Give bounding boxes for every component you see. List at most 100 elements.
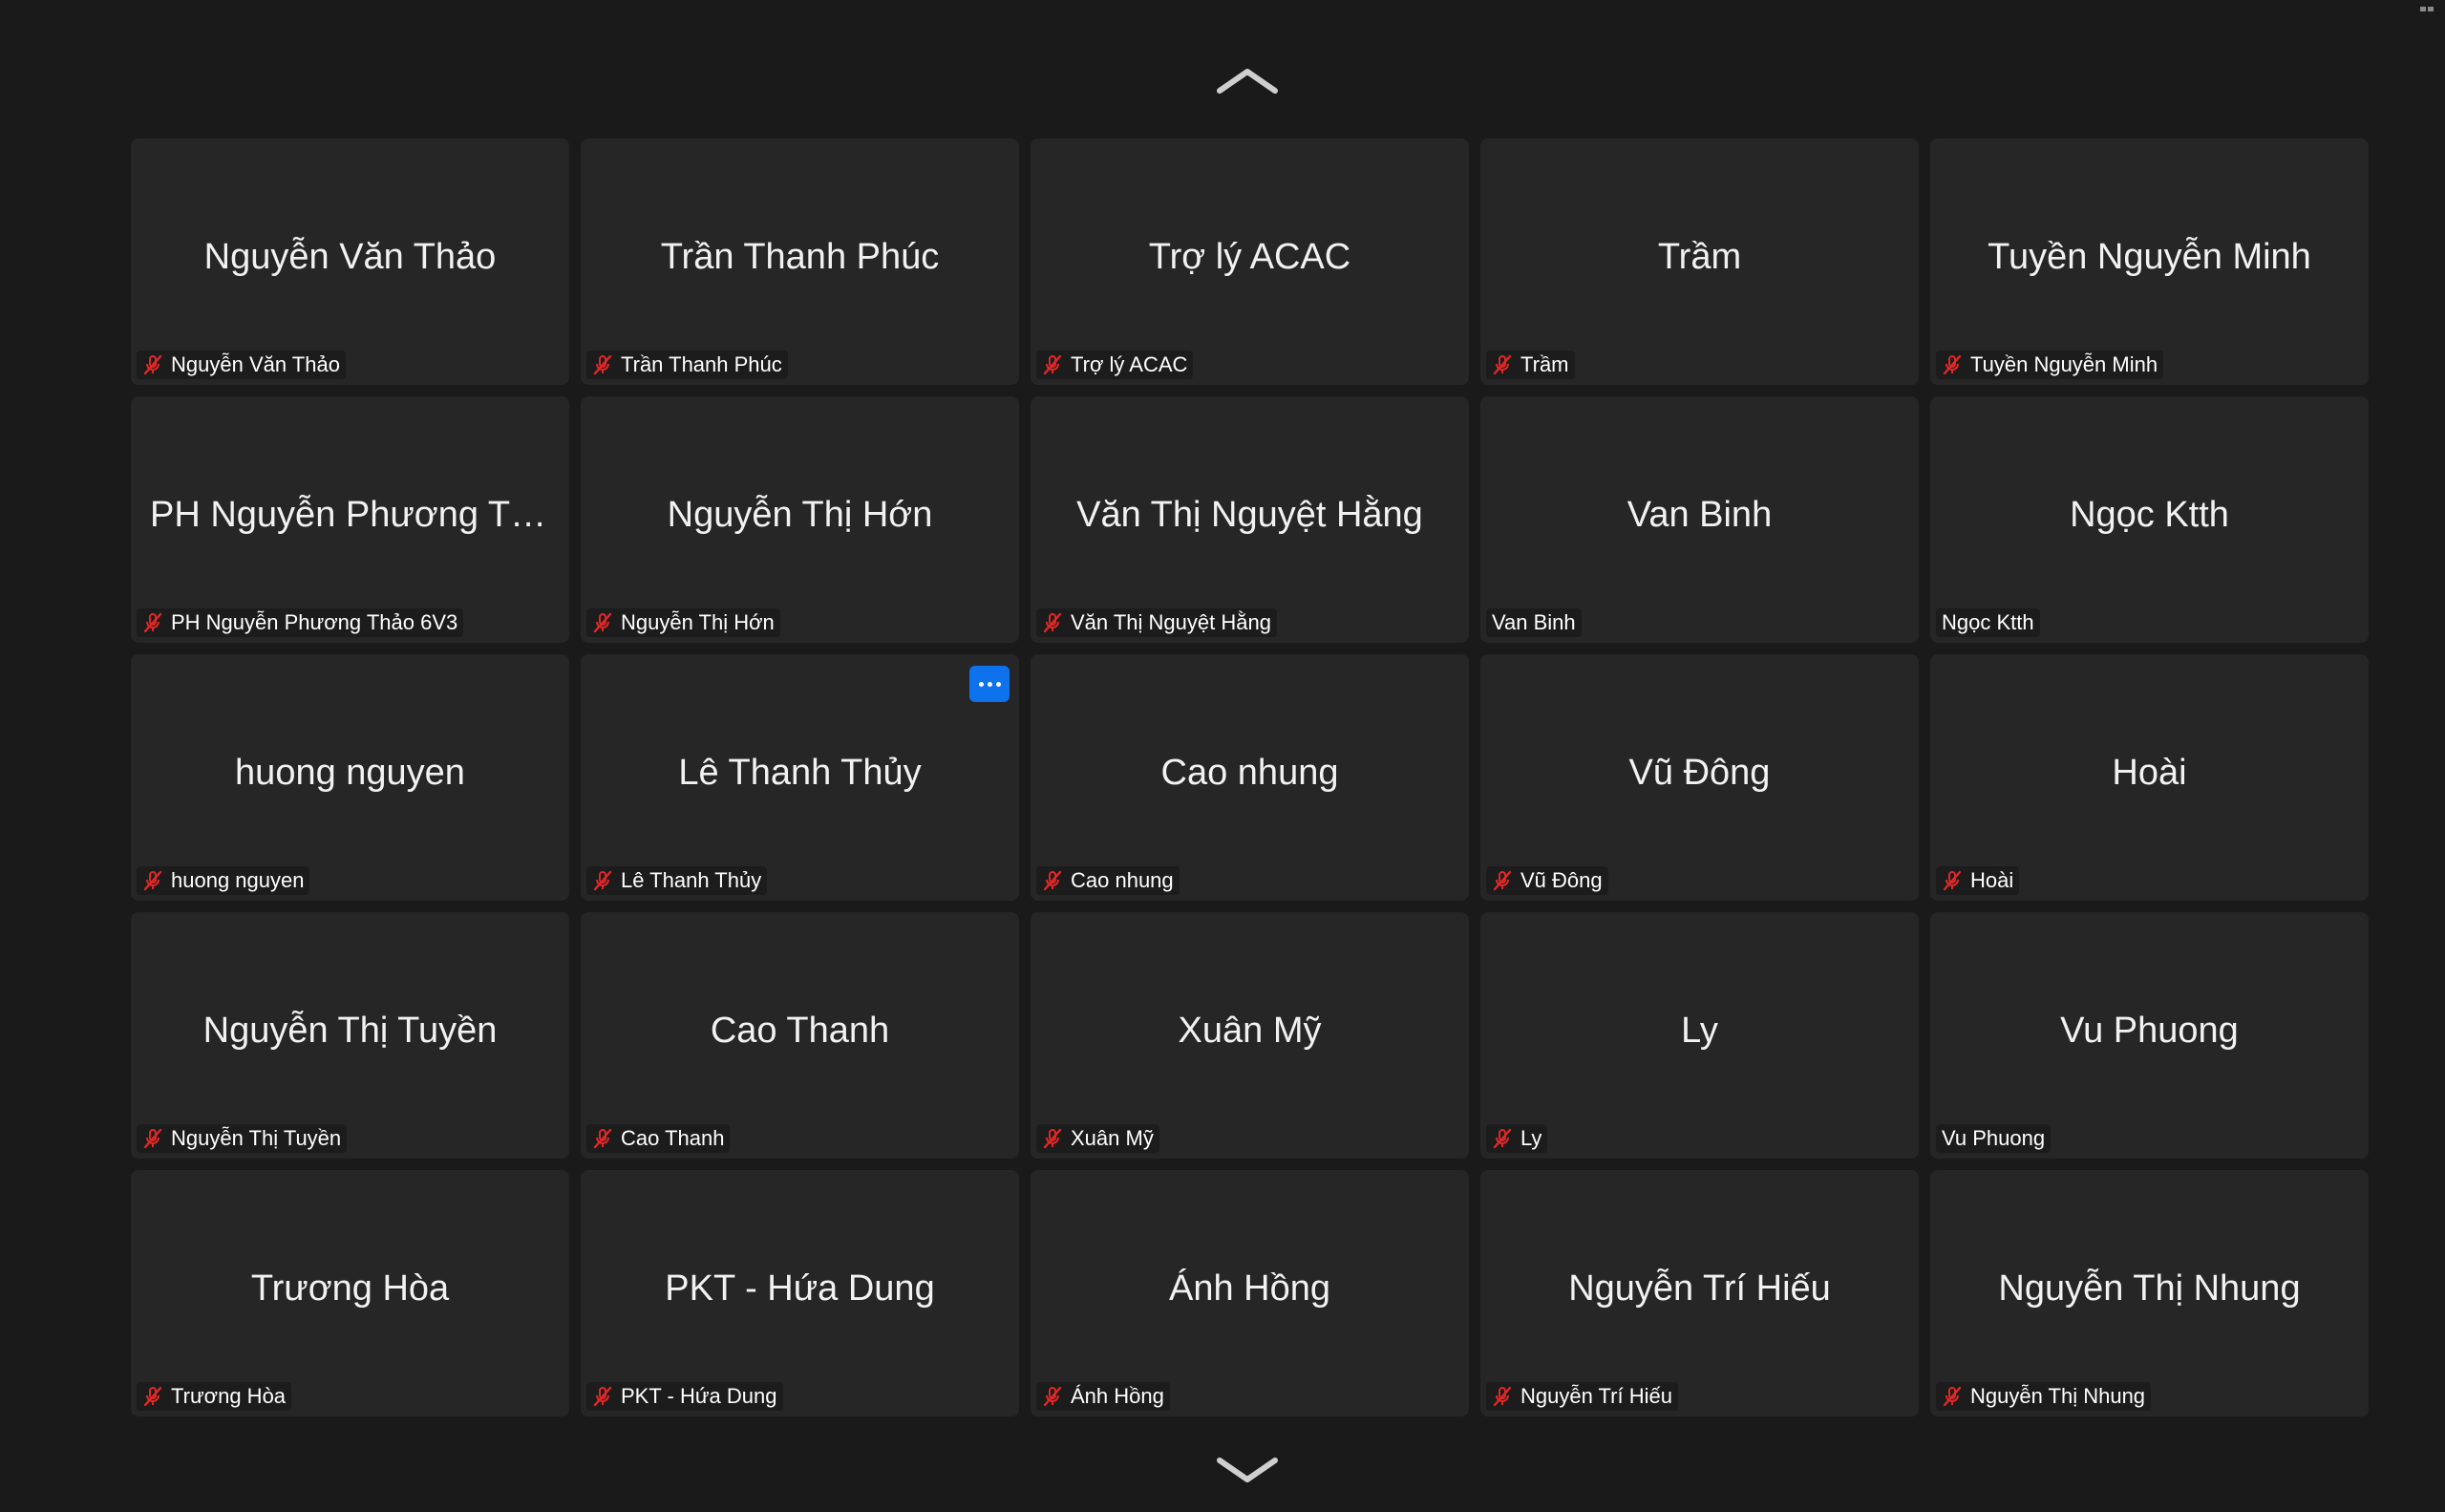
participant-tile[interactable]: Văn Thị Nguyệt Hằng Văn Thị Nguyệt Hằng [1031,396,1469,643]
window-corner-icon [2420,0,2434,11]
participant-label-text: Trương Hòa [171,1384,287,1408]
participant-tile[interactable]: Vũ Đông Vũ Đông [1480,654,1919,901]
participant-tile[interactable]: Nguyễn Văn Thảo Nguyễn Văn Thảo [131,138,569,385]
muted-mic-icon [590,352,615,377]
participant-label-text: Nguyễn Thị Nhung [1970,1384,2146,1408]
participant-display-name: Trầm [1657,237,1742,277]
participant-tile[interactable]: Vu Phuong Vu Phuong [1930,912,2369,1159]
participant-label-text: Vu Phuong [1942,1126,2046,1150]
participant-display-name: Cao Thanh [710,1011,890,1051]
muted-mic-icon [140,1384,165,1409]
chevron-down-icon [1216,1457,1279,1485]
participant-display-name: huong nguyen [235,753,465,793]
participant-display-name: Hoài [2112,753,2187,793]
participant-display-name: Tuyền Nguyễn Minh [1988,237,2311,277]
participant-label-text: Tuyền Nguyễn Minh [1970,352,2158,376]
participant-display-name: Lê Thanh Thủy [678,753,922,793]
muted-mic-icon [1940,352,1965,377]
more-options-button[interactable] [969,666,1010,702]
participant-label-text: Vũ Đông [1520,868,1603,892]
muted-mic-icon [1040,1126,1065,1151]
page-up-button[interactable] [1216,63,1279,97]
participant-name-label: Cao nhung [1036,866,1180,895]
participant-display-name: Trương Hòa [250,1268,450,1309]
participant-tile[interactable]: Nguyễn Thị Hớn Nguyễn Thị Hớn [581,396,1019,643]
participant-tile[interactable]: Hoài Hoài [1930,654,2369,901]
muted-mic-icon [1040,610,1065,635]
muted-mic-icon [1490,868,1515,893]
dot [987,681,992,687]
participant-grid: Nguyễn Văn Thảo Nguyễn Văn Thảo Trần Tha… [131,138,2369,1416]
participant-tile[interactable]: Trương Hòa Trương Hòa [131,1170,569,1416]
participant-label-text: Van Binh [1492,610,1576,634]
participant-display-name: Van Binh [1626,495,1773,535]
muted-mic-icon [1940,868,1965,893]
participant-name-label: Trầm [1486,351,1575,379]
muted-mic-icon [1490,352,1515,377]
muted-mic-icon [590,1126,615,1151]
participant-tile[interactable]: PH Nguyễn Phương Thả... PH Nguyễn Phương… [131,396,569,643]
participant-display-name: Nguyễn Văn Thảo [203,237,497,277]
participant-tile[interactable]: PKT - Hứa Dung PKT - Hứa Dung [581,1170,1019,1416]
dot [995,681,1001,687]
participant-name-label: Cao Thanh [586,1124,731,1153]
more-options-icon [978,681,1001,687]
participant-name-label: Nguyễn Trí Hiếu [1486,1382,1678,1411]
muted-mic-icon [140,610,165,635]
participant-label-text: Trầm [1520,352,1569,376]
participant-tile[interactable]: Trần Thanh Phúc Trần Thanh Phúc [581,138,1019,385]
participant-tile[interactable]: Nguyễn Thị Nhung Nguyễn Thị Nhung [1930,1170,2369,1416]
gallery-view: Nguyễn Văn Thảo Nguyễn Văn Thảo Trần Tha… [0,0,2445,1512]
participant-name-label: Ánh Hồng [1036,1382,1170,1411]
participant-tile[interactable]: Nguyễn Thị Tuyền Nguyễn Thị Tuyền [131,912,569,1159]
participant-label-text: Văn Thị Nguyệt Hằng [1071,610,1271,634]
muted-mic-icon [140,868,165,893]
participant-label-text: Hoài [1970,868,2014,892]
participant-name-label: PH Nguyễn Phương Thảo 6V3 [137,608,464,637]
muted-mic-icon [590,1384,615,1409]
participant-tile[interactable]: Ly Ly [1480,912,1919,1159]
participant-name-label: Xuân Mỹ [1036,1124,1159,1153]
participant-display-name: Văn Thị Nguyệt Hằng [1076,495,1423,535]
participant-tile[interactable]: Cao Thanh Cao Thanh [581,912,1019,1159]
participant-name-label: huong nguyen [137,866,310,895]
participant-display-name: PKT - Hứa Dung [665,1268,935,1309]
participant-tile[interactable]: Trầm Trầm [1480,138,1919,385]
participant-name-label: Nguyễn Thị Hớn [586,608,780,637]
muted-mic-icon [140,1126,165,1151]
participant-tile[interactable]: Trợ lý ACAC Trợ lý ACAC [1031,138,1469,385]
participant-tile[interactable]: Xuân Mỹ Xuân Mỹ [1031,912,1469,1159]
muted-mic-icon [1940,1384,1965,1409]
participant-tile[interactable]: Cao nhung Cao nhung [1031,654,1469,901]
participant-display-name: Ngọc Ktth [2070,495,2229,535]
muted-mic-icon [1490,1384,1515,1409]
participant-tile[interactable]: Lê Thanh Thủy Lê Thanh Thủy [581,654,1019,901]
page-down-button[interactable] [1216,1454,1279,1488]
participant-name-label: Nguyễn Văn Thảo [137,351,346,379]
participant-name-label: Trợ lý ACAC [1036,351,1194,379]
participant-name-label: Vũ Đông [1486,866,1608,895]
participant-tile[interactable]: Van Binh Van Binh [1480,396,1919,643]
participant-name-label: Van Binh [1486,608,1582,637]
participant-tile[interactable]: Ánh Hồng Ánh Hồng [1031,1170,1469,1416]
participant-label-text: Cao Thanh [621,1126,725,1150]
participant-name-label: Ngọc Ktth [1936,608,2040,637]
participant-name-label: Tuyền Nguyễn Minh [1936,351,2164,379]
participant-name-label: Văn Thị Nguyệt Hằng [1036,608,1277,637]
participant-name-label: Trần Thanh Phúc [586,351,788,379]
participant-label-text: Cao nhung [1071,868,1174,892]
participant-tile[interactable]: Nguyễn Trí Hiếu Nguyễn Trí Hiếu [1480,1170,1919,1416]
participant-display-name: Nguyễn Thị Nhung [1998,1268,2301,1309]
participant-label-text: Ngọc Ktth [1942,610,2034,634]
participant-name-label: PKT - Hứa Dung [586,1382,783,1411]
participant-tile[interactable]: huong nguyen huong nguyen [131,654,569,901]
muted-mic-icon [590,610,615,635]
participant-label-text: Trợ lý ACAC [1071,352,1188,376]
participant-tile[interactable]: Ngọc Ktth Ngọc Ktth [1930,396,2369,643]
participant-display-name: Vu Phuong [2060,1011,2239,1051]
participant-tile[interactable]: Tuyền Nguyễn Minh Tuyền Nguyễn Minh [1930,138,2369,385]
muted-mic-icon [1040,1384,1065,1409]
participant-display-name: Ánh Hồng [1168,1268,1330,1309]
participant-label-text: PH Nguyễn Phương Thảo 6V3 [171,610,458,634]
participant-name-label: Ly [1486,1124,1548,1153]
